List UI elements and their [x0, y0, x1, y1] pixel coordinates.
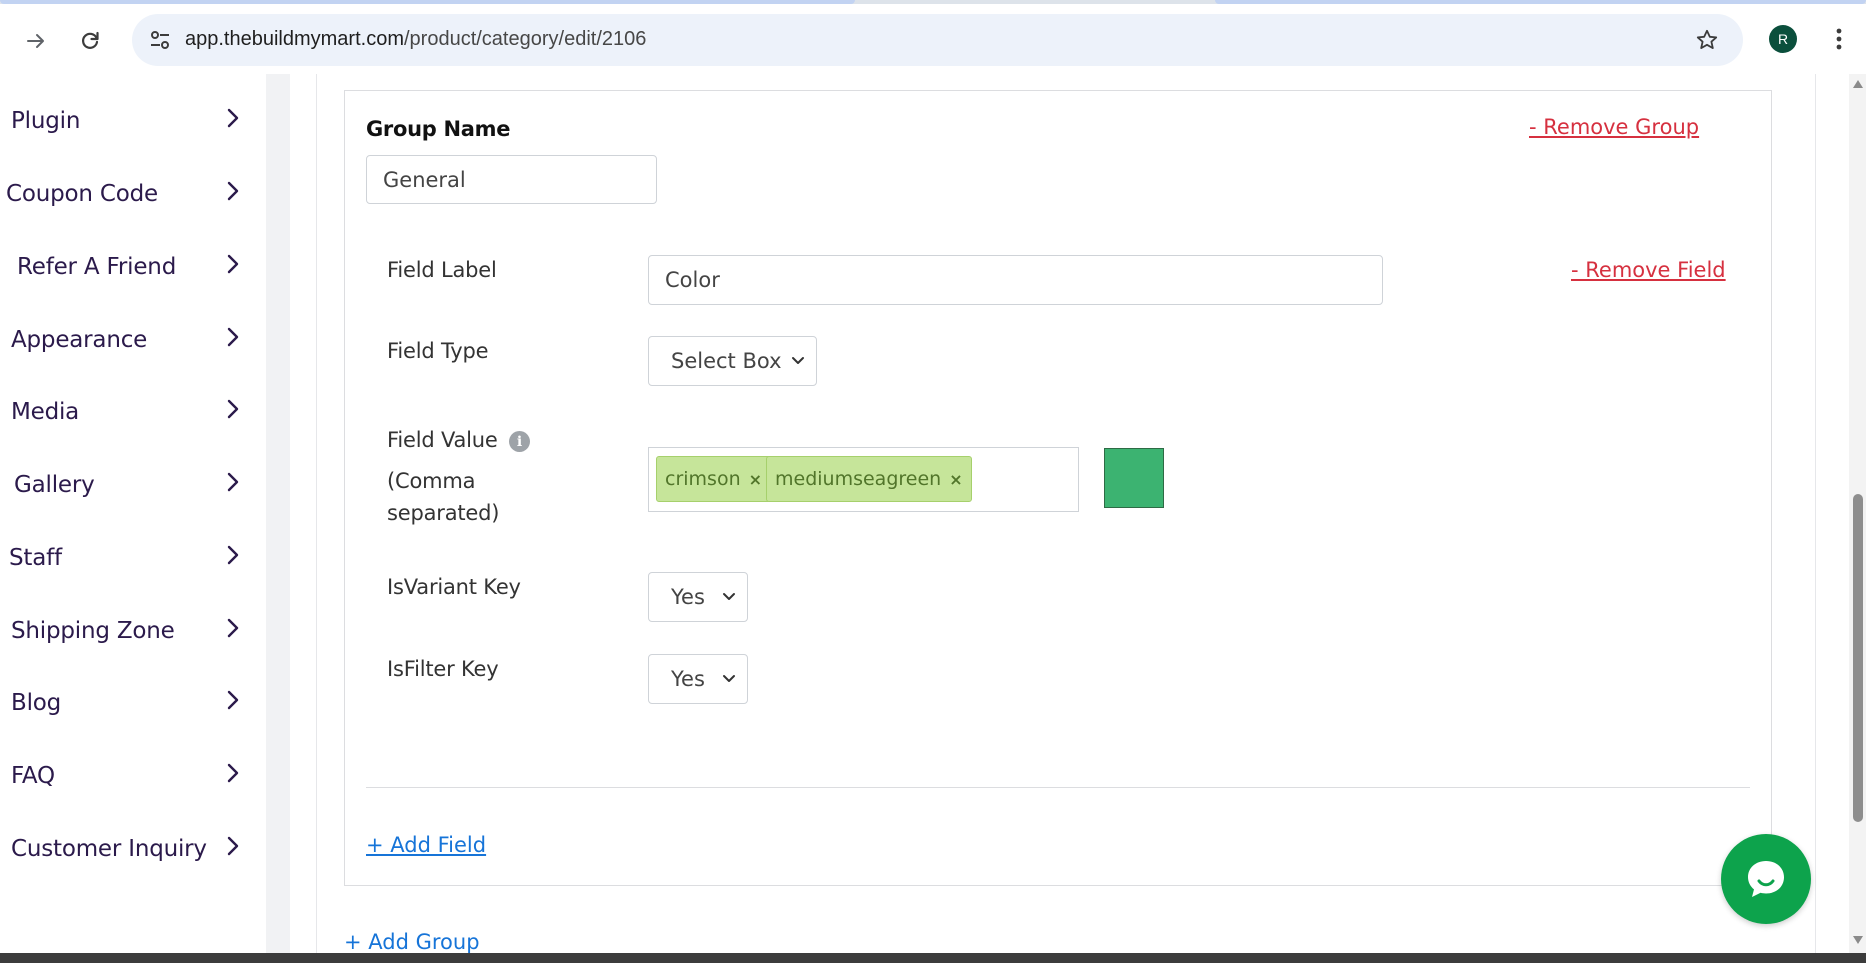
chevron-right-icon	[227, 690, 239, 710]
forward-button[interactable]	[17, 22, 55, 60]
chevron-right-icon	[227, 545, 239, 565]
address-bar[interactable]: app.thebuildmymart.com/product/category/…	[132, 14, 1743, 66]
sidebar-item-faq[interactable]: FAQ	[0, 751, 268, 801]
sidebar-item-label: Staff	[9, 545, 62, 571]
chevron-right-icon	[227, 836, 239, 856]
field-divider	[366, 787, 1750, 788]
sidebar-item-label: Blog	[11, 690, 62, 716]
field-value-caption: Field Value	[387, 428, 498, 452]
sidebar-item-staff[interactable]: Staff	[0, 533, 268, 583]
chevron-right-icon	[227, 472, 239, 492]
field-label-caption: Field Label	[387, 258, 497, 282]
sidebar-item-refer-a-friend[interactable]: Refer A Friend	[0, 242, 268, 292]
sidebar-item-label: Media	[11, 399, 80, 425]
group-card: Group Name - Remove Group Field Label - …	[344, 90, 1772, 886]
field-value-caption-line2: (Comma	[387, 469, 476, 493]
reload-icon	[82, 31, 99, 49]
field-value-tags-input[interactable]: crimson × mediumseagreen ×	[648, 447, 1079, 512]
sidebar-item-label: Customer Inquiry	[11, 836, 207, 862]
field-type-caption: Field Type	[387, 339, 489, 363]
tune-icon	[151, 31, 169, 49]
sidebar-divider	[266, 74, 290, 953]
sidebar-item-label: Plugin	[11, 108, 81, 134]
filter-key-caption: IsFilter Key	[387, 657, 499, 681]
sidebar-item-label: FAQ	[11, 763, 55, 789]
tag-remove-icon[interactable]: ×	[949, 470, 962, 489]
tag-label: mediumseagreen	[775, 468, 942, 490]
chat-widget-button[interactable]	[1721, 834, 1811, 924]
sidebar-item-media[interactable]: Media	[0, 387, 268, 437]
sidebar-item-label: Refer A Friend	[17, 254, 177, 280]
sidebar-item-appearance[interactable]: Appearance	[0, 315, 268, 365]
sidebar-item-label: Coupon Code	[6, 181, 158, 207]
sidebar-item-gallery[interactable]: Gallery	[0, 460, 268, 510]
field-type-value: Select Box	[671, 349, 782, 373]
chevron-down-icon	[723, 675, 735, 682]
info-icon[interactable]: i	[509, 431, 530, 452]
chevron-right-icon	[227, 108, 239, 128]
arrow-right-icon	[27, 34, 44, 48]
field-value-caption-line3: separated)	[387, 501, 500, 525]
main-content: Group Name - Remove Group Field Label - …	[290, 74, 1841, 953]
remove-field-link[interactable]: - Remove Field	[1571, 258, 1726, 282]
browser-menu-button[interactable]	[1822, 22, 1856, 56]
more-vert-icon	[1836, 28, 1842, 50]
add-field-link[interactable]: + Add Field	[366, 833, 486, 857]
browser-toolbar: app.thebuildmymart.com/product/category/…	[0, 4, 1866, 74]
taskbar-edge	[0, 953, 1866, 963]
url-path: /product/category/edit/2106	[403, 28, 647, 50]
sidebar-item-blog[interactable]: Blog	[0, 678, 268, 728]
field-type-select[interactable]: Select Box	[648, 336, 817, 386]
sidebar-item-coupon-code[interactable]: Coupon Code	[0, 169, 268, 219]
field-label-input[interactable]	[648, 255, 1383, 305]
sidebar-item-label: Appearance	[11, 327, 148, 353]
chevron-down-icon	[792, 357, 804, 364]
chevron-right-icon	[227, 327, 239, 347]
filter-key-select[interactable]: Yes	[648, 654, 748, 704]
chevron-right-icon	[227, 763, 239, 783]
sidebar-item-label: Gallery	[14, 472, 95, 498]
scroll-down-arrow[interactable]	[1853, 936, 1863, 944]
chat-bubble-icon	[1748, 861, 1784, 897]
color-swatch[interactable]	[1104, 448, 1164, 508]
chevron-right-icon	[227, 254, 239, 274]
filter-key-value: Yes	[671, 667, 705, 691]
sidebar: Plugin Coupon Code Refer A Friend Appear…	[0, 74, 268, 953]
variant-key-value: Yes	[671, 585, 705, 609]
sidebar-item-label: Shipping Zone	[11, 618, 175, 644]
tag-label: crimson	[665, 468, 741, 490]
tag-remove-icon[interactable]: ×	[749, 470, 762, 489]
star-icon	[1696, 29, 1718, 49]
url-text: app.thebuildmymart.com/product/category/…	[185, 28, 646, 51]
page-viewport: Plugin Coupon Code Refer A Friend Appear…	[0, 74, 1866, 953]
scroll-up-arrow[interactable]	[1853, 80, 1863, 88]
remove-group-link[interactable]: - Remove Group	[1529, 115, 1699, 139]
page-scrollbar[interactable]	[1849, 74, 1866, 953]
tag-mediumseagreen: mediumseagreen ×	[766, 456, 972, 502]
add-group-link[interactable]: + Add Group	[344, 930, 480, 953]
sidebar-item-shipping-zone[interactable]: Shipping Zone	[0, 606, 268, 656]
sidebar-item-customer-inquiry[interactable]: Customer Inquiry	[0, 824, 268, 874]
chevron-right-icon	[227, 618, 239, 638]
variant-key-caption: IsVariant Key	[387, 575, 521, 599]
chevron-right-icon	[227, 181, 239, 201]
variant-key-select[interactable]: Yes	[648, 572, 748, 622]
chevron-right-icon	[227, 399, 239, 419]
url-host: app.thebuildmymart.com	[185, 28, 404, 50]
group-name-label: Group Name	[366, 117, 511, 141]
scroll-thumb[interactable]	[1853, 494, 1863, 822]
reload-button[interactable]	[71, 22, 109, 60]
profile-avatar[interactable]: R	[1769, 25, 1797, 53]
chevron-down-icon	[723, 593, 735, 600]
sidebar-item-plugin[interactable]: Plugin	[0, 96, 268, 146]
bookmark-button[interactable]	[1691, 24, 1723, 56]
tag-crimson: crimson ×	[656, 456, 772, 502]
site-info-button[interactable]	[142, 22, 178, 58]
group-name-input[interactable]	[366, 155, 657, 204]
